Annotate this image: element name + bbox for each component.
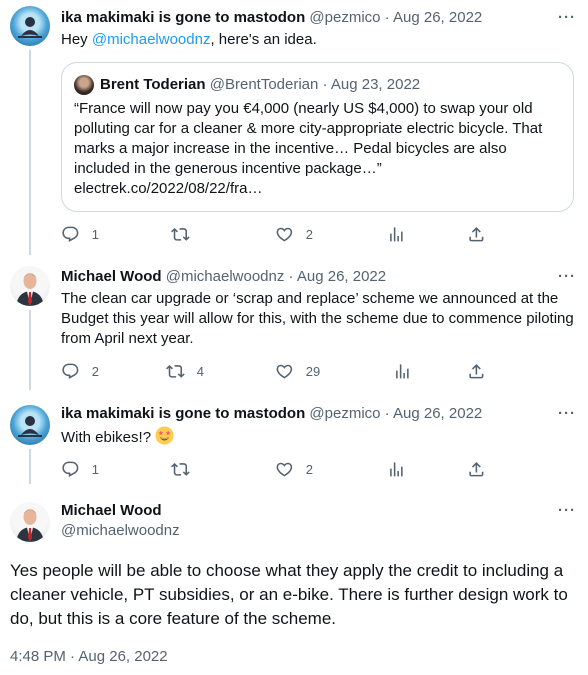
reply-icon	[62, 363, 79, 379]
views-button[interactable]	[387, 224, 406, 244]
user-handle[interactable]: @michaelwoodnz	[166, 268, 285, 285]
reply-count: 1	[91, 461, 99, 477]
share-button[interactable]	[467, 459, 486, 479]
tweet-date[interactable]: Aug 26, 2022	[393, 9, 482, 26]
focused-tweet: Michael Wood @michaelwoodnz ··· Yes peop…	[0, 496, 588, 675]
separator: ·	[288, 268, 294, 285]
avatar[interactable]	[10, 405, 50, 445]
user-handle[interactable]: @pezmico	[309, 405, 380, 422]
retweet-button[interactable]	[171, 459, 202, 479]
like-button[interactable]: 2	[275, 459, 313, 479]
like-icon	[276, 462, 293, 477]
reply-button[interactable]: 1	[61, 459, 99, 479]
views-button[interactable]	[387, 459, 406, 479]
like-icon	[276, 364, 293, 379]
display-name[interactable]: Michael Wood	[61, 268, 162, 285]
share-button[interactable]	[467, 361, 486, 381]
text-segment: With ebikes!?	[61, 429, 152, 446]
share-icon	[469, 363, 484, 379]
thread-connector	[29, 310, 31, 390]
share-icon	[469, 461, 484, 477]
share-button[interactable]	[467, 224, 486, 244]
share-icon	[469, 226, 484, 242]
tweet-header: Michael Wood @michaelwoodnz · Aug 26, 20…	[61, 267, 386, 287]
thread-connector	[29, 449, 31, 484]
like-count: 2	[305, 226, 313, 242]
reply-button[interactable]: 1	[61, 224, 99, 244]
like-button[interactable]: 2	[275, 224, 313, 244]
reply-button[interactable]: 2	[61, 361, 99, 381]
more-icon[interactable]: ···	[558, 10, 576, 25]
tweet-text: Yes people will be able to choose what t…	[10, 561, 568, 628]
tweet-timestamp[interactable]: 4:48 PM · Aug 26, 2022	[10, 647, 168, 667]
retweet-icon	[171, 227, 190, 241]
quoted-date: Aug 23, 2022	[330, 76, 421, 93]
views-icon	[390, 461, 403, 477]
like-count: 2	[305, 461, 313, 477]
display-name[interactable]: ika makimaki is gone to mastodon	[61, 405, 305, 422]
like-count: 29	[305, 363, 321, 379]
reply-count: 1	[91, 226, 99, 242]
tweet-date[interactable]: Aug 26, 2022	[393, 405, 482, 422]
like-button[interactable]: 29	[275, 361, 320, 381]
star-struck-emoji	[155, 426, 174, 445]
tweet-header: Michael Wood @michaelwoodnz	[61, 501, 180, 541]
reply-count: 2	[91, 363, 99, 379]
separator: ·	[322, 76, 328, 93]
retweet-icon	[171, 462, 190, 476]
tweet-date[interactable]: Aug 26, 2022	[297, 268, 386, 285]
retweet-icon	[166, 364, 185, 378]
more-icon[interactable]: ···	[558, 406, 576, 421]
tweet[interactable]: ika makimaki is gone to mastodon @pezmic…	[0, 0, 588, 255]
more-icon[interactable]: ···	[558, 269, 576, 284]
display-name[interactable]: ika makimaki is gone to mastodon	[61, 9, 305, 26]
text-segment: , here's an idea.	[210, 31, 317, 48]
quoted-text: “France will now pay you €4,000 (nearly …	[74, 100, 543, 197]
reply-icon	[62, 461, 79, 477]
tweet-actions: 2 4 29	[61, 361, 531, 381]
tweet-text: The clean car upgrade or ‘scrap and repl…	[61, 290, 574, 347]
avatar[interactable]	[10, 502, 50, 542]
user-handle[interactable]: @michaelwoodnz	[61, 521, 180, 541]
reply-icon	[62, 226, 79, 242]
separator: ·	[384, 9, 390, 26]
avatar[interactable]	[10, 6, 50, 46]
more-icon[interactable]: ···	[558, 503, 576, 518]
separator: ·	[384, 405, 390, 422]
tweet-text: Hey @michaelwoodnz, here's an idea.	[61, 30, 574, 50]
quoted-display-name: Brent Toderian	[100, 76, 206, 93]
quoted-handle: @BrentToderian	[209, 76, 319, 93]
thread-connector	[29, 50, 31, 255]
tweet-actions: 1 2	[61, 459, 531, 479]
display-name[interactable]: Michael Wood	[61, 501, 180, 521]
tweet[interactable]: ika makimaki is gone to mastodon @pezmic…	[0, 399, 588, 484]
views-button[interactable]	[393, 361, 412, 381]
mention-link[interactable]: @michaelwoodnz	[92, 31, 211, 48]
quoted-header: Brent Toderian @BrentToderian · Aug 23, …	[100, 75, 420, 95]
views-icon	[396, 363, 409, 379]
retweet-count: 4	[196, 363, 204, 379]
conversation-thread: ika makimaki is gone to mastodon @pezmic…	[0, 0, 588, 675]
tweet[interactable]: Michael Wood @michaelwoodnz · Aug 26, 20…	[0, 260, 588, 390]
retweet-button[interactable]	[171, 224, 202, 244]
tweet-header: ika makimaki is gone to mastodon @pezmic…	[61, 8, 482, 28]
quoted-tweet[interactable]: Brent Toderian @BrentToderian · Aug 23, …	[61, 62, 574, 212]
quoted-avatar	[74, 75, 94, 95]
user-handle[interactable]: @pezmico	[309, 9, 380, 26]
retweet-button[interactable]: 4	[166, 361, 204, 381]
like-icon	[276, 227, 293, 242]
views-icon	[390, 226, 403, 242]
avatar[interactable]	[10, 266, 50, 306]
tweet-text: With ebikes!?	[61, 426, 574, 448]
text-segment: Hey	[61, 31, 92, 48]
tweet-header: ika makimaki is gone to mastodon @pezmic…	[61, 404, 482, 424]
tweet-actions: 1 2	[61, 224, 531, 244]
